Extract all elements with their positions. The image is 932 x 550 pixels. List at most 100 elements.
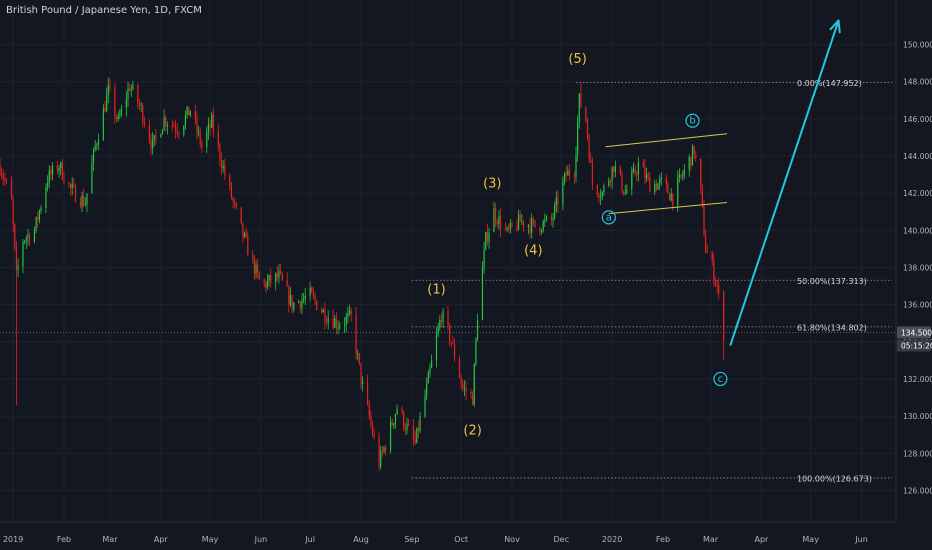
candle-body [161,129,164,135]
candle-body [176,130,178,133]
candle-body [24,241,26,242]
candle-body [718,285,720,293]
candle-body [659,179,661,184]
candle-body [683,169,685,176]
candle-body [68,182,70,184]
candle-body [396,408,398,415]
candle-body [412,425,415,439]
candle-body [104,108,106,112]
fib-level-label: 61.80%(134.802) [797,323,867,332]
candle-body [624,193,626,195]
candle-body [109,84,111,89]
candle-body [529,225,531,233]
candle-body [550,216,552,221]
candle-body [636,174,638,176]
candle-body [288,286,290,305]
candle-body [486,232,488,242]
candle-body [71,184,73,188]
candle-body [173,125,175,127]
x-tick-label: Dec [553,535,568,544]
candle-body [28,234,31,242]
candle-body [542,221,544,231]
candle-body [644,167,646,179]
candle-body [723,292,725,341]
candle-body [188,106,190,116]
candle-body [22,241,24,267]
candle-body [347,313,349,317]
candle-body [120,108,123,116]
candle-body [46,182,49,188]
candle-body [416,427,418,443]
candle-body [299,301,301,309]
candle-body [509,222,511,230]
candle-body [522,220,525,228]
price-axis[interactable]: 126.000128.000130.000132.000134.000136.0… [895,0,932,550]
candle-body [381,450,383,452]
candle-body [132,84,134,89]
candle-body [373,434,375,437]
candle-body [493,208,495,233]
x-tick-label: Aug [353,535,369,544]
y-tick-label: 146.000 [903,115,932,124]
wave-label: (3) [483,176,501,191]
candle-body [84,204,86,206]
candle-body [371,424,374,435]
y-tick-label: 148.000 [903,78,932,87]
x-tick-label: Oct [454,535,468,544]
candle-body [174,126,177,131]
candle-body [645,174,648,179]
wave-label: (5) [568,52,586,67]
candle-body [383,447,385,452]
candle-body [706,252,708,254]
candle-body [197,131,200,132]
price-tag-label: 134.500 [901,329,932,338]
x-tick-label: Apr [154,535,169,544]
candle-body [609,180,612,182]
chart-canvas[interactable]: 0.00%(147.952) 50.00%(137.313) 61.80%(134.… [0,0,932,550]
candle-body [665,177,667,184]
candle-body [40,207,42,211]
candle-body [358,353,360,364]
candle-body [289,294,292,305]
candle-body [339,325,341,328]
candle-body [401,408,403,413]
candle-body [10,181,13,200]
candle-body [580,93,582,108]
time-axis[interactable]: 2019 Feb Mar Apr May Jun Jul Aug Sep Oct Nov Dec 202… [0,521,932,550]
candle-body [266,280,269,288]
candle-body [17,266,19,270]
candle-body [590,159,592,163]
candle-body [357,353,359,355]
candle-body [440,320,443,322]
candle-body [224,165,226,176]
candle-body [337,327,339,329]
candle-body [613,166,615,173]
candle-body [137,84,139,104]
wave-label: (4) [524,243,542,258]
candle-body [366,381,369,404]
candle-body [544,219,546,222]
chart-background [0,0,932,550]
candle-body [81,195,83,207]
candle-body [14,224,16,247]
candle-body [201,143,203,147]
candle-body [219,144,221,161]
candle-body [312,292,315,296]
candle-body [247,236,249,256]
candle-body [230,185,232,199]
candle-body [138,103,141,106]
candle-body [680,174,682,177]
candle-body [63,179,65,183]
candle-body [252,255,254,258]
candle-body [688,157,690,170]
y-tick-label: 138.000 [903,264,932,273]
candle-body [38,210,40,220]
candle-body [389,421,392,451]
candle-body [657,183,659,190]
x-tick-label: Mar [102,535,118,544]
candle-body [327,317,329,323]
candle-body [527,225,530,228]
candle-body [37,217,39,220]
candle-body [332,317,334,328]
x-tick-label: 2020 [602,535,622,544]
